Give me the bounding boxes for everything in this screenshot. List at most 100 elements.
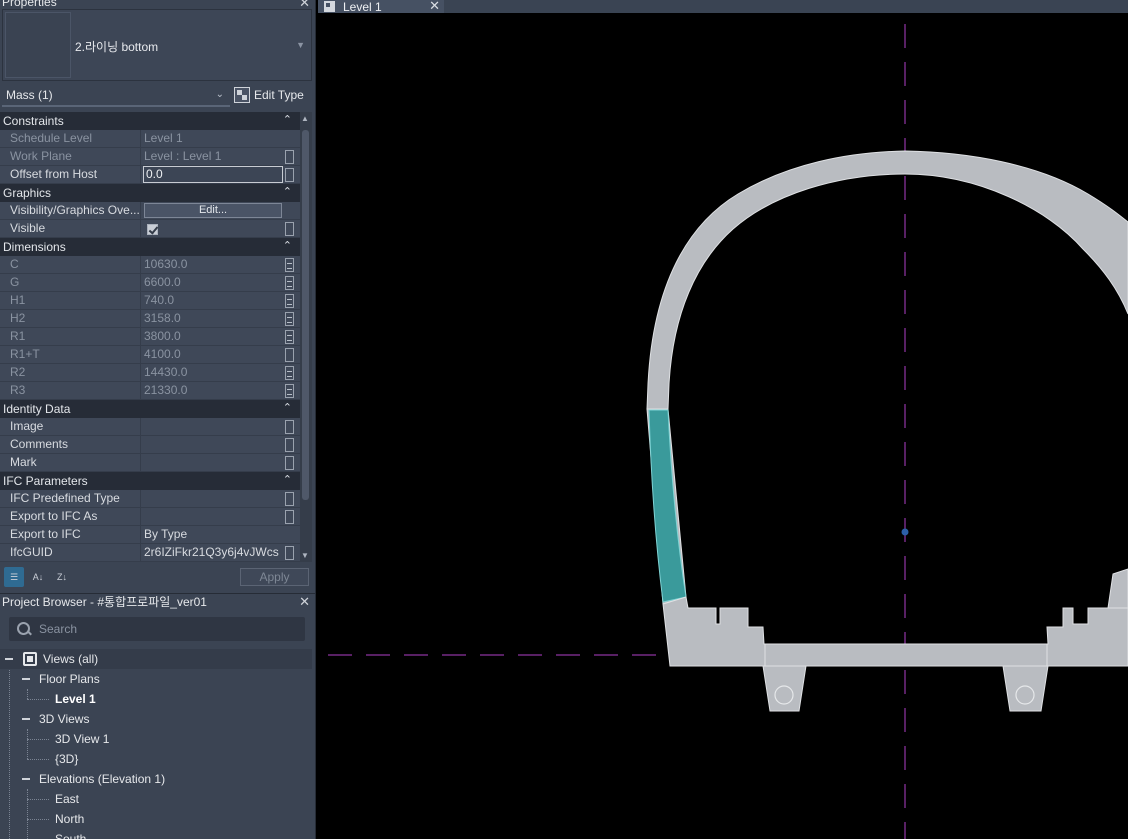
drawing-canvas[interactable] <box>318 14 1128 839</box>
invert-slab[interactable] <box>662 596 1128 667</box>
left-dock: Properties ✕ 2.라이닝 bottom ▼ Mass (1) ⌄ E… <box>0 0 316 839</box>
visible-checkbox[interactable] <box>147 224 158 235</box>
associate-parameter-button[interactable] <box>285 546 294 560</box>
group-graphics[interactable]: Graphics ⌃ <box>0 184 300 202</box>
ifc-guid-value[interactable]: 2r6IZiFkr21Q3y6j4vJWcs <box>141 544 300 561</box>
sort-by-group-icon[interactable]: ☰ <box>4 567 24 587</box>
tab-label: Level 1 <box>343 0 382 14</box>
ifc-predefined-type-value[interactable] <box>141 490 300 507</box>
tree-connector <box>27 739 49 740</box>
export-ifc-as-value[interactable] <box>141 508 300 525</box>
property-value: 10630.0 <box>144 257 188 271</box>
scroll-down-icon[interactable]: ▼ <box>301 551 309 560</box>
tree-item-3d[interactable]: {3D} <box>55 749 78 769</box>
visibility-graphics-edit-button[interactable]: Edit... <box>144 203 282 218</box>
chevron-down-icon: ⌄ <box>215 89 224 100</box>
collapse-icon[interactable]: ⌃ <box>283 473 292 486</box>
associate-parameter-button[interactable] <box>285 150 294 164</box>
lining-arch[interactable] <box>646 150 1128 410</box>
properties-scrollbar[interactable]: ▲ ▼ <box>300 112 312 562</box>
tree-item-level-1[interactable]: Level 1 <box>55 689 96 709</box>
center-point[interactable] <box>901 528 909 536</box>
apply-button[interactable]: Apply <box>240 568 309 586</box>
edit-type-button[interactable]: Edit Type <box>234 85 304 105</box>
tree-item-north[interactable]: North <box>55 809 84 829</box>
instance-filter-dropdown[interactable]: Mass (1) ⌄ <box>2 85 230 107</box>
associate-parameter-button[interactable] <box>285 168 294 182</box>
property-name: Offset from Host <box>0 166 141 183</box>
collapse-icon[interactable]: ⌃ <box>283 401 292 414</box>
associate-parameter-button[interactable] <box>285 492 294 506</box>
formula-icon[interactable] <box>285 330 294 344</box>
property-name: Export to IFC As <box>0 508 141 525</box>
property-row: Visible <box>0 220 300 238</box>
group-identity-data[interactable]: Identity Data ⌃ <box>0 400 300 418</box>
tree-item-east[interactable]: East <box>55 789 79 809</box>
project-browser-search-input[interactable]: Search <box>9 617 305 641</box>
scroll-up-icon[interactable]: ▲ <box>301 114 309 123</box>
property-name: Work Plane <box>0 148 141 165</box>
tree-item-3d-views[interactable]: 3D Views <box>0 709 312 729</box>
associate-parameter-button[interactable] <box>285 420 294 434</box>
associate-parameter-button[interactable] <box>285 456 294 470</box>
tree-connector <box>27 789 28 839</box>
formula-icon[interactable] <box>285 258 294 272</box>
collapse-icon[interactable] <box>22 778 30 780</box>
formula-icon[interactable] <box>285 366 294 380</box>
tree-connector <box>27 799 49 800</box>
lining-wall-right[interactable] <box>1107 568 1128 609</box>
property-row: Work Plane Level : Level 1 <box>0 148 300 166</box>
formula-icon[interactable] <box>285 384 294 398</box>
tree-connector <box>27 759 49 760</box>
scrollbar-thumb[interactable] <box>302 130 309 500</box>
collapse-icon[interactable] <box>22 678 30 680</box>
property-name: R3 <box>0 382 141 399</box>
offset-from-host-input[interactable]: 0.0 <box>143 166 283 183</box>
group-label: IFC Parameters <box>3 474 88 488</box>
lining-bottom-selected[interactable] <box>648 409 687 603</box>
type-name: 2.라이닝 bottom <box>75 40 159 54</box>
sort-descending-icon[interactable]: Z↓ <box>52 567 72 587</box>
formula-icon[interactable] <box>285 312 294 326</box>
type-selector[interactable]: 2.라이닝 bottom ▼ <box>2 9 312 81</box>
associate-parameter-button[interactable] <box>285 438 294 452</box>
views-icon <box>23 652 37 666</box>
floor-plan-icon <box>324 1 335 12</box>
property-row: R1+T 4100.0 <box>0 346 300 364</box>
collapse-icon[interactable] <box>5 658 13 660</box>
associate-parameter-button[interactable] <box>285 510 294 524</box>
associate-parameter-button[interactable] <box>285 222 294 236</box>
export-ifc-value[interactable]: By Type <box>141 526 300 543</box>
tree-item-label: Views (all) <box>43 652 99 666</box>
tree-item-3d-view-1[interactable]: 3D View 1 <box>55 729 109 749</box>
collapse-icon[interactable]: ⌃ <box>283 239 292 252</box>
tree-item-south[interactable]: South <box>55 829 86 839</box>
collapse-icon[interactable] <box>22 718 30 720</box>
property-name: R2 <box>0 364 141 381</box>
collapse-icon[interactable]: ⌃ <box>283 113 292 126</box>
sort-ascending-icon[interactable]: A↓ <box>28 567 48 587</box>
chevron-down-icon[interactable]: ▼ <box>296 40 305 50</box>
associate-parameter-button[interactable] <box>285 348 294 362</box>
group-ifc-parameters[interactable]: IFC Parameters ⌃ <box>0 472 300 490</box>
property-value: 21330.0 <box>144 383 188 397</box>
tree-item-floor-plans[interactable]: Floor Plans <box>0 669 312 689</box>
formula-icon[interactable] <box>285 276 294 290</box>
tab-level-1[interactable]: Level 1 ✕ <box>318 0 444 14</box>
group-label: Identity Data <box>3 402 71 416</box>
collapse-icon[interactable]: ⌃ <box>283 185 292 198</box>
close-icon[interactable]: ✕ <box>299 595 310 608</box>
close-icon[interactable]: ✕ <box>299 0 310 9</box>
image-value[interactable] <box>141 418 300 435</box>
comments-value[interactable] <box>141 436 300 453</box>
close-icon[interactable]: ✕ <box>429 0 440 14</box>
group-constraints[interactable]: Constraints ⌃ <box>0 112 300 130</box>
formula-icon[interactable] <box>285 294 294 308</box>
tree-item-elevations[interactable]: Elevations (Elevation 1) <box>0 769 312 789</box>
group-dimensions[interactable]: Dimensions ⌃ <box>0 238 300 256</box>
tree-item-views-all[interactable]: Views (all) <box>0 649 312 669</box>
mark-value[interactable] <box>141 454 300 471</box>
group-label: Dimensions <box>3 240 66 254</box>
property-row: Offset from Host 0.0 <box>0 166 300 184</box>
property-row: Image <box>0 418 300 436</box>
